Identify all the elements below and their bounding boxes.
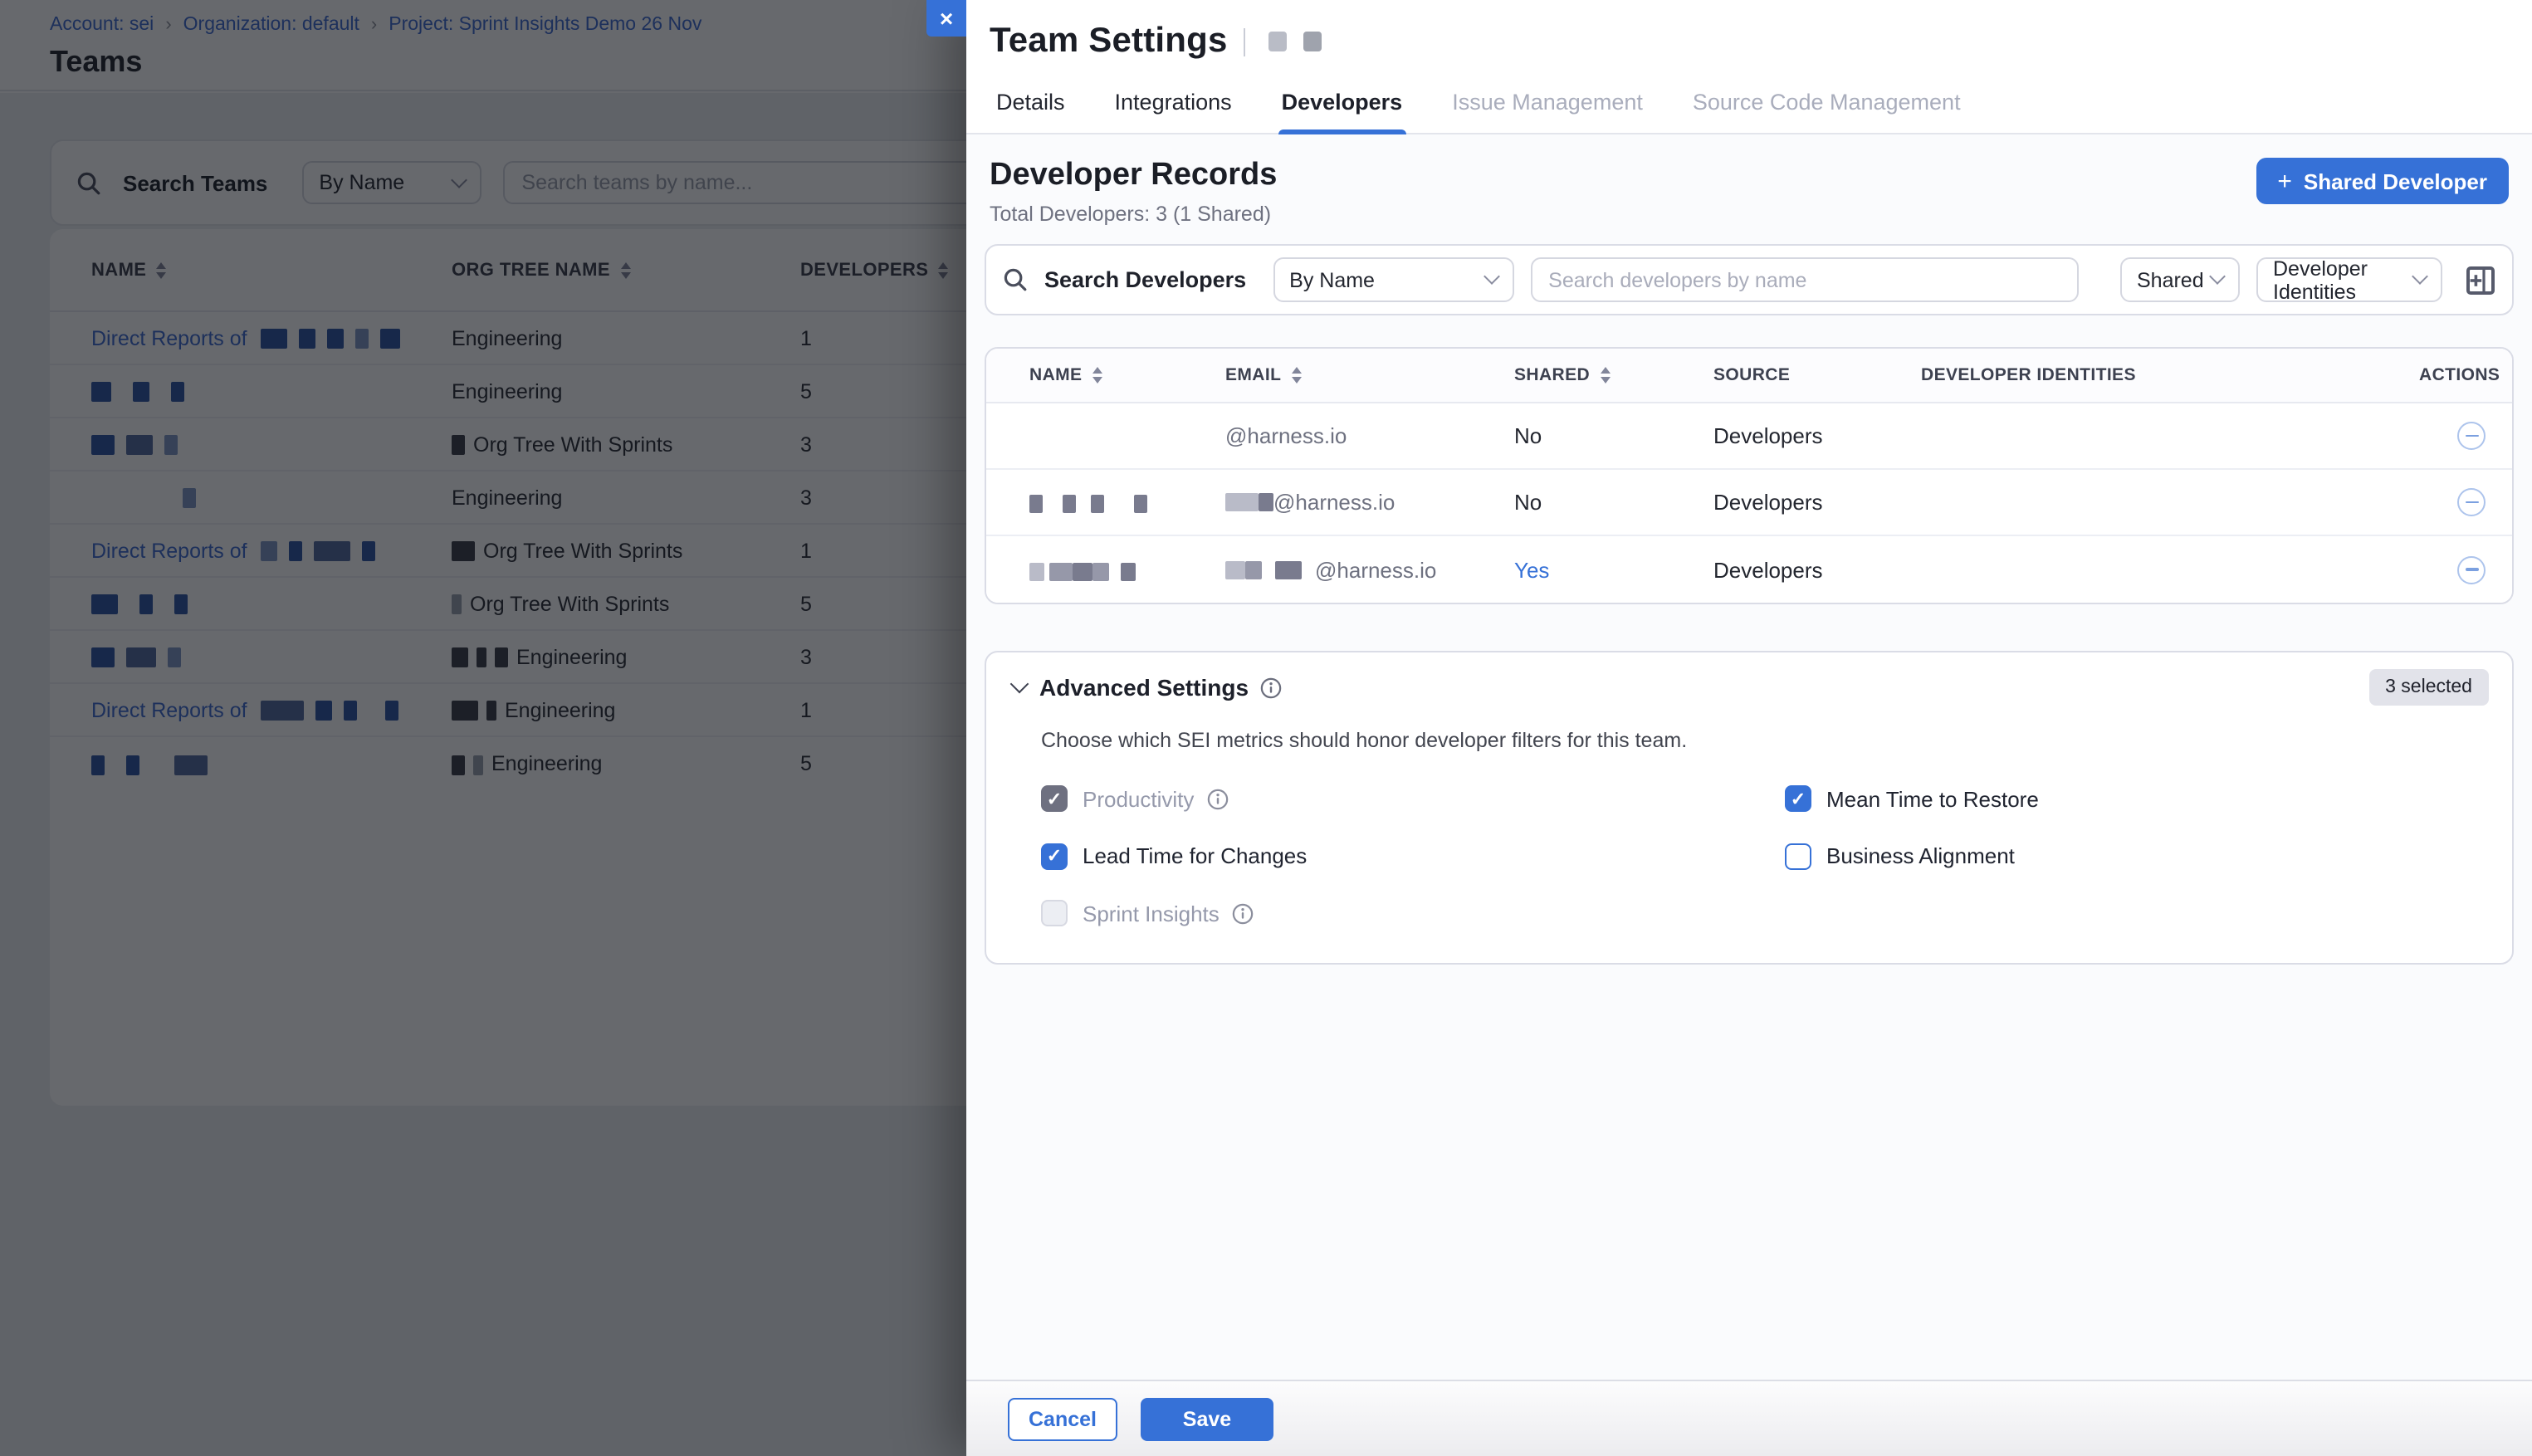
column-header-source: SOURCE xyxy=(1713,365,1921,385)
metric-option-business-alignment: Business Alignment xyxy=(1785,843,2039,869)
business-alignment-checkbox[interactable] xyxy=(1785,843,1811,869)
minus-icon xyxy=(2465,434,2478,437)
by-name-value: By Name xyxy=(1289,268,1375,291)
shared-cell: Yes xyxy=(1514,557,1713,582)
developer-name-cell xyxy=(1029,557,1225,582)
panel-title: Team Settings xyxy=(990,22,1228,61)
tab-source-code-management[interactable]: Source Code Management xyxy=(1689,75,1964,133)
tab-developers[interactable]: Developers xyxy=(1278,75,1406,133)
info-icon[interactable] xyxy=(1260,677,1282,698)
remove-developer-button[interactable] xyxy=(2457,422,2486,450)
close-button[interactable]: × xyxy=(926,0,966,37)
panel-footer: Cancel Save xyxy=(966,1380,2532,1456)
mean-time-to-restore-checkbox[interactable]: ✓ xyxy=(1785,785,1811,812)
shared-filter-select[interactable]: Shared xyxy=(2120,257,2240,302)
productivity-checkbox[interactable]: ✓ xyxy=(1041,785,1068,812)
sort-icon[interactable] xyxy=(1092,367,1102,384)
developer-name-cell xyxy=(1029,490,1225,515)
developer-email-cell: @harness.io xyxy=(1225,557,1514,582)
metric-option-mean-time-to-restore: ✓ Mean Time to Restore xyxy=(1785,785,2039,812)
search-developers-label: Search Developers xyxy=(1044,267,1246,292)
plus-icon: + xyxy=(2277,167,2292,195)
shared-cell: No xyxy=(1514,423,1713,448)
advanced-settings-description: Choose which SEI metrics should honor de… xyxy=(1041,729,2486,752)
developer-identities-select[interactable]: Developer Identities xyxy=(2256,257,2442,302)
panel-titlebar: Team Settings xyxy=(966,0,2532,75)
metric-option-lead-time: ✓ Lead Time for Changes xyxy=(1041,843,1785,869)
shared-developer-button[interactable]: + Shared Developer xyxy=(2256,158,2509,204)
lead-time-checkbox[interactable]: ✓ xyxy=(1041,843,1068,869)
sort-icon[interactable] xyxy=(1600,367,1610,384)
redacted-text xyxy=(1225,560,1245,579)
developer-search-input[interactable]: Search developers by name xyxy=(1530,257,2078,302)
info-icon[interactable] xyxy=(1207,788,1229,809)
developer-row: @harness.io Yes Developers xyxy=(986,536,2512,603)
redacted-text xyxy=(1029,562,1044,580)
screen: Account: sei › Organization: default › P… xyxy=(0,0,2532,1456)
close-icon: × xyxy=(940,5,953,32)
section-title: Developer Records xyxy=(990,158,1277,194)
shared-cell: No xyxy=(1514,490,1713,515)
sort-icon[interactable] xyxy=(1291,367,1301,384)
redacted-text xyxy=(1304,32,1322,51)
advanced-settings-section: Advanced Settings 3 selected Choose whic… xyxy=(985,651,2514,965)
developer-table-header: NAME EMAIL SHARED SOURCE DEVELOPER IDENT… xyxy=(986,349,2512,403)
source-cell: Developers xyxy=(1713,490,1921,515)
developer-row: @harness.io No Developers xyxy=(986,470,2512,536)
cancel-button[interactable]: Cancel xyxy=(1008,1397,1117,1440)
metric-option-sprint-insights: Sprint Insights xyxy=(1041,900,1785,926)
developer-email-cell: @harness.io xyxy=(1225,423,1514,448)
redacted-text xyxy=(1225,493,1259,511)
column-header-name[interactable]: NAME xyxy=(1029,365,1225,385)
redacted-text xyxy=(1029,495,1043,513)
save-button[interactable]: Save xyxy=(1141,1397,1273,1440)
selected-count-badge: 3 selected xyxy=(2368,669,2489,706)
developer-row: @harness.io No Developers xyxy=(986,403,2512,470)
minus-icon xyxy=(2465,568,2478,570)
total-developers-text: Total Developers: 3 (1 Shared) xyxy=(990,203,1277,226)
tab-bar: Details Integrations Developers Issue Ma… xyxy=(966,75,2532,134)
tab-integrations[interactable]: Integrations xyxy=(1112,75,1235,133)
redacted-text xyxy=(1269,32,1288,51)
by-name-select[interactable]: By Name xyxy=(1273,257,1513,302)
developer-identities-value: Developer Identities xyxy=(2273,257,2414,303)
minus-icon xyxy=(2465,501,2478,503)
add-column-icon[interactable] xyxy=(2466,265,2495,295)
panel-body: Developer Records Total Developers: 3 (1… xyxy=(966,134,2532,1380)
source-cell: Developers xyxy=(1713,557,1921,582)
chevron-down-icon[interactable] xyxy=(1010,675,1029,694)
developer-email-cell: @harness.io xyxy=(1225,490,1514,515)
column-header-email[interactable]: EMAIL xyxy=(1225,365,1514,385)
tab-issue-management[interactable]: Issue Management xyxy=(1449,75,1646,133)
developer-search-placeholder: Search developers by name xyxy=(1548,268,1806,291)
search-icon xyxy=(1003,267,1028,292)
title-separator xyxy=(1244,27,1246,56)
remove-developer-button[interactable] xyxy=(2457,555,2486,584)
remove-developer-button[interactable] xyxy=(2457,488,2486,516)
metric-option-productivity: ✓ Productivity xyxy=(1041,785,1785,812)
column-header-shared[interactable]: SHARED xyxy=(1514,365,1713,385)
chevron-down-icon xyxy=(2209,268,2226,285)
shared-filter-value: Shared xyxy=(2137,268,2204,291)
source-cell: Developers xyxy=(1713,423,1921,448)
developer-records-table: NAME EMAIL SHARED SOURCE DEVELOPER IDENT… xyxy=(985,347,2514,604)
info-icon[interactable] xyxy=(1233,902,1254,924)
column-header-actions: ACTIONS xyxy=(2419,365,2500,385)
chevron-down-icon xyxy=(1483,268,1499,285)
advanced-settings-title: Advanced Settings xyxy=(1039,674,1249,701)
team-settings-panel: × Team Settings Details Integrations Dev… xyxy=(966,0,2532,1456)
column-header-developer-identities: DEVELOPER IDENTITIES xyxy=(1921,365,2419,385)
sprint-insights-checkbox[interactable] xyxy=(1041,900,1068,926)
developer-filter-bar: Search Developers By Name Search develop… xyxy=(985,244,2514,315)
tab-details[interactable]: Details xyxy=(993,75,1068,133)
chevron-down-icon xyxy=(2412,268,2428,285)
